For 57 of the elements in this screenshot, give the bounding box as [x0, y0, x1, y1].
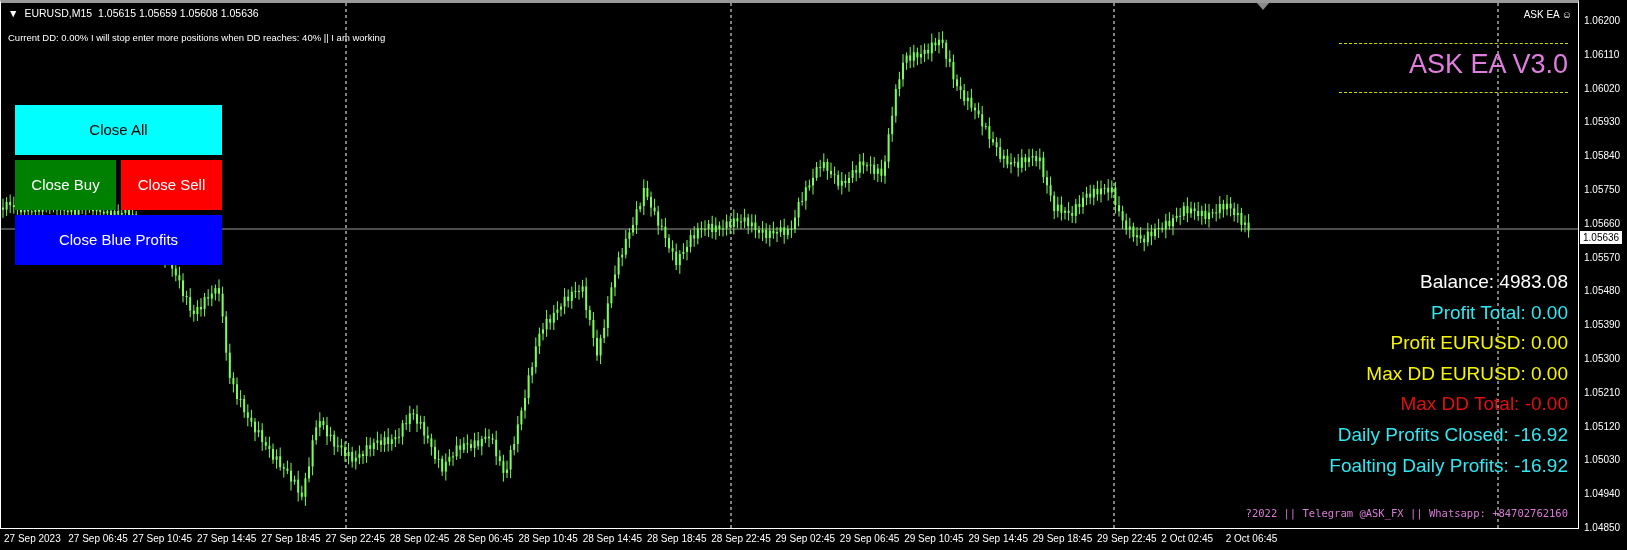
time-label: 28 Sep 06:45 — [454, 532, 515, 546]
price-label: 1.05840 — [1583, 149, 1622, 163]
ohlc-values: 1.05615 1.05659 1.05608 1.05636 — [98, 6, 259, 21]
time-label: 27 Sep 06:45 — [68, 532, 129, 546]
time-label: 27 Sep 22:45 — [325, 532, 386, 546]
time-label: 28 Sep 10:45 — [518, 532, 579, 546]
footer-text: ?2022 || Telegram @ASK_FX || Whatsapp: +84702762160 — [1245, 506, 1568, 522]
stat-line: Daily Profits Closed: -16.92 — [1337, 422, 1568, 447]
price-label: 1.05480 — [1583, 284, 1622, 298]
price-label: 1.05660 — [1583, 216, 1622, 230]
chart-title: EURUSD,M15 — [24, 6, 93, 21]
time-label: 2 Oct 02:45 — [1161, 532, 1215, 546]
time-label: 27 Sep 18:45 — [261, 532, 322, 546]
time-label: 29 Sep 02:45 — [775, 532, 837, 546]
price-label: 1.04850 — [1583, 520, 1622, 534]
smiley-icon: ☺ — [1561, 7, 1572, 22]
stat-line: Profit Total: 0.00 — [1431, 300, 1568, 325]
stat-line: Profit EURUSD: 0.00 — [1390, 331, 1568, 356]
price-label: 1.06200 — [1583, 14, 1622, 27]
price-label: 1.05300 — [1583, 351, 1622, 365]
price-label: 1.05210 — [1583, 385, 1622, 399]
price-label: 1.05930 — [1583, 115, 1622, 129]
price-label: 1.05390 — [1583, 318, 1622, 332]
ea-name: ASK EA — [1523, 8, 1560, 22]
time-label: 27 Sep 14:45 — [196, 532, 258, 546]
price-label: 1.05570 — [1583, 250, 1622, 264]
price-label: 1.05120 — [1583, 419, 1622, 433]
stat-line: Max DD EURUSD: 0.00 — [1366, 361, 1568, 386]
close-button[interactable]: Close Buy — [15, 160, 116, 210]
price-label: 1.05750 — [1583, 183, 1622, 196]
time-label: 28 Sep 14:45 — [582, 532, 644, 546]
time-label: 29 Sep 06:45 — [839, 532, 901, 546]
price-label: 1.06110 — [1583, 47, 1621, 61]
time-label: 28 Sep 22:45 — [711, 532, 772, 546]
time-label: 29 Sep 18:45 — [1032, 532, 1094, 546]
scroll-marker-icon[interactable] — [1257, 3, 1269, 10]
price-label: 1.05030 — [1583, 453, 1622, 467]
time-label: 27 Sep 10:45 — [132, 532, 194, 546]
stat-line: Balance: 4983.08 — [1420, 270, 1568, 294]
close-button[interactable]: Close Blue Profits — [15, 215, 222, 265]
ea-title: ASK EA V3.0 — [1408, 51, 1568, 78]
current-price-label: 1.05636 — [1580, 231, 1623, 244]
close-button[interactable]: Close Sell — [121, 160, 222, 210]
close-button[interactable]: Close All — [15, 105, 222, 155]
price-label: 1.06020 — [1583, 81, 1622, 95]
time-label: 29 Sep 22:45 — [1097, 532, 1158, 546]
price-label: 1.04940 — [1583, 487, 1622, 501]
time-label: 28 Sep 18:45 — [646, 532, 708, 546]
time-label: 29 Sep 14:45 — [968, 532, 1029, 546]
stat-line: Max DD Total: -0.00 — [1400, 392, 1568, 417]
status-line: Current DD: 0.00% I will stop enter more positions when DD reaches: 40% || I am working — [8, 31, 386, 45]
symbol-menu-icon[interactable]: ▼ — [8, 6, 19, 22]
time-label: 27 Sep 2023 — [4, 532, 62, 546]
time-label: 2 Oct 06:45 — [1225, 532, 1279, 546]
time-label: 28 Sep 02:45 — [389, 532, 451, 546]
time-label: 29 Sep 10:45 — [904, 532, 965, 546]
stat-line: Foalting Daily Profits: -16.92 — [1329, 453, 1568, 478]
